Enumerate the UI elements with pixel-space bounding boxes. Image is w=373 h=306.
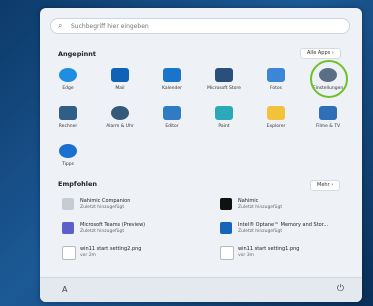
start-footer: A ⏻ <box>40 277 362 302</box>
app-notepad[interactable]: Editor <box>152 106 192 129</box>
item-subtitle: Zuletzt hinzugefügt <box>238 205 283 210</box>
settings-highlight-circle <box>310 60 348 98</box>
search-box[interactable]: ⌕ <box>50 18 350 34</box>
recommended-item[interactable]: win11 start setting1.png vor 3m <box>220 244 362 266</box>
pinned-title: Angepinnt <box>58 50 96 58</box>
app-label: Filme & TV <box>315 124 341 129</box>
item-subtitle: vor 2m <box>80 253 96 258</box>
app-edge[interactable]: Edge <box>48 68 88 91</box>
item-subtitle: vor 3m <box>238 253 254 258</box>
film-icon <box>319 106 337 120</box>
folder-icon <box>267 106 285 120</box>
intel-icon <box>220 222 232 234</box>
tips-icon <box>59 144 77 158</box>
app-paint[interactable]: Paint <box>204 106 244 129</box>
app-mail[interactable]: Mail <box>100 68 140 91</box>
app-label: Tipps <box>62 162 74 167</box>
paint-icon <box>215 106 233 120</box>
all-apps-button[interactable]: Alle Apps › <box>300 48 341 59</box>
start-menu: ⌕ Angepinnt Alle Apps › Edge Mail Kalend… <box>40 8 362 302</box>
recommended-item[interactable]: Intel® Optane™ Memory and Stor... Zuletz… <box>220 220 362 242</box>
app-clock[interactable]: Alarm & Uhr <box>100 106 140 129</box>
item-name: win11 start setting2.png <box>80 246 142 252</box>
app-label: Edge <box>62 86 74 91</box>
item-subtitle: Zuletzt hinzugefügt <box>80 205 125 210</box>
app-label: Alarm & Uhr <box>106 124 134 129</box>
search-input[interactable] <box>71 20 331 32</box>
app-label: Mail <box>115 86 125 91</box>
app-label: Kalender <box>162 86 182 91</box>
user-icon[interactable]: A <box>62 285 67 294</box>
app-label: Explorer <box>266 124 286 129</box>
notepad-icon <box>163 106 181 120</box>
more-button[interactable]: Mehr › <box>310 180 341 191</box>
power-icon[interactable]: ⏻ <box>337 284 344 294</box>
store-icon <box>215 68 233 82</box>
app-calculator[interactable]: Rechner <box>48 106 88 129</box>
calendar-icon <box>163 68 181 82</box>
nahimic-companion-icon <box>62 198 74 210</box>
recommended-item[interactable]: Nahimic Companion Zuletzt hinzugefügt <box>62 196 212 218</box>
recommended-item[interactable]: win11 start setting2.png vor 2m <box>62 244 212 266</box>
teams-icon <box>62 222 74 234</box>
item-subtitle: Zuletzt hinzugefügt <box>80 229 125 234</box>
app-movies[interactable]: Filme & TV <box>308 106 348 129</box>
item-name: Intel® Optane™ Memory and Stor... <box>238 222 329 228</box>
item-name: win11 start setting1.png <box>238 246 300 252</box>
app-label: Microsoft Store <box>207 86 241 91</box>
item-name: Nahimic <box>238 198 259 204</box>
app-store[interactable]: Microsoft Store <box>204 68 244 91</box>
recommended-title: Empfohlen <box>58 180 98 188</box>
recommended-item[interactable]: Nahimic Zuletzt hinzugefügt <box>220 196 362 218</box>
item-name: Microsoft Teams (Preview) <box>80 222 146 228</box>
app-label: Editor <box>165 124 179 129</box>
calculator-icon <box>59 106 77 120</box>
app-label: Paint <box>218 124 230 129</box>
item-name: Nahimic Companion <box>80 198 131 204</box>
app-tips[interactable]: Tipps <box>48 144 88 167</box>
app-calendar[interactable]: Kalender <box>152 68 192 91</box>
photos-icon <box>267 68 285 82</box>
nahimic-icon <box>220 198 232 210</box>
app-photos[interactable]: Fotos <box>256 68 296 91</box>
recommended-item[interactable]: Microsoft Teams (Preview) Zuletzt hinzug… <box>62 220 212 242</box>
app-label: Rechner <box>58 124 78 129</box>
app-label: Fotos <box>269 86 283 91</box>
edge-icon <box>59 68 77 82</box>
clock-icon <box>111 106 129 120</box>
search-icon: ⌕ <box>58 21 63 30</box>
image-file-icon <box>220 246 234 260</box>
item-subtitle: Zuletzt hinzugefügt <box>238 229 283 234</box>
app-explorer[interactable]: Explorer <box>256 106 296 129</box>
image-file-icon <box>62 246 76 260</box>
mail-icon <box>111 68 129 82</box>
